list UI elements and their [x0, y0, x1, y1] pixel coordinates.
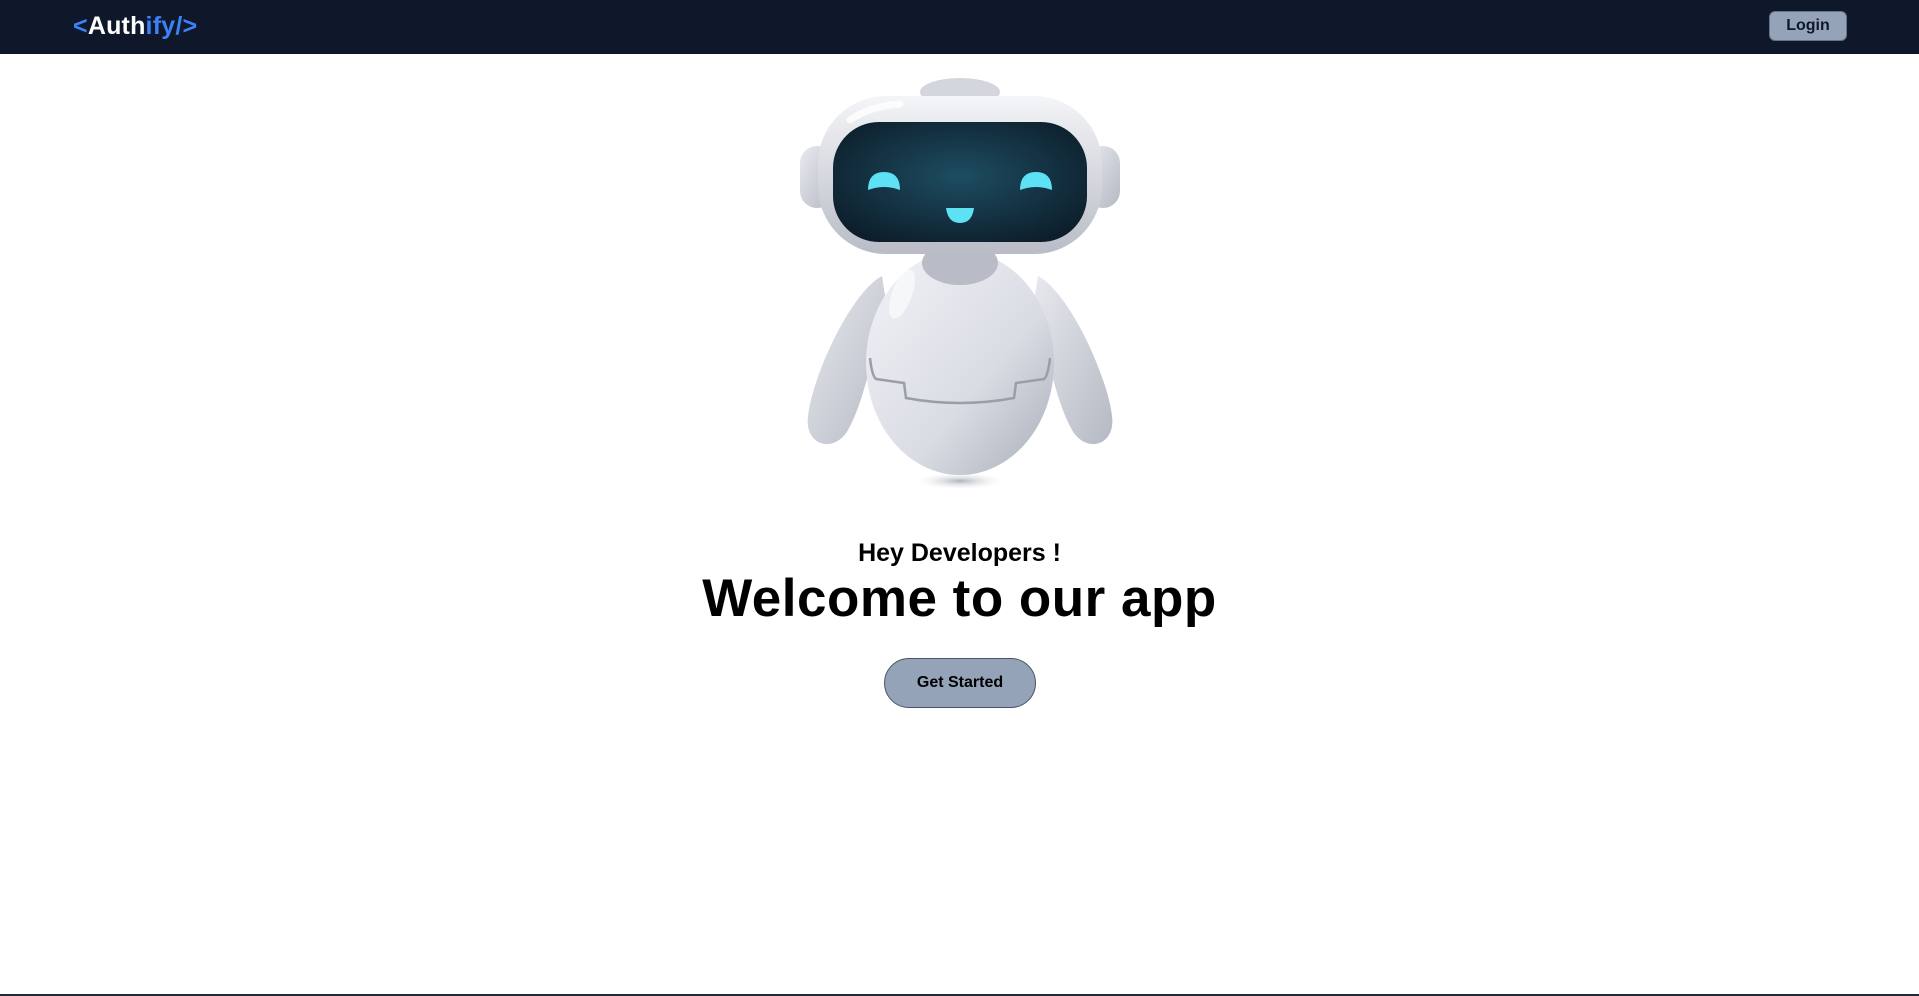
- app-logo[interactable]: <Authify/>: [73, 12, 197, 41]
- login-button[interactable]: Login: [1769, 11, 1847, 41]
- greeting-text: Hey Developers !: [858, 539, 1061, 567]
- top-navbar: <Authify/> Login: [0, 0, 1919, 54]
- logo-name-main: Auth: [87, 12, 146, 40]
- logo-close-bracket: />: [175, 12, 198, 40]
- robot-mascot-illustration: [800, 78, 1120, 490]
- get-started-button[interactable]: Get Started: [884, 658, 1036, 708]
- welcome-headline: Welcome to our app: [702, 569, 1217, 628]
- logo-name-accent: ify: [145, 12, 176, 40]
- logo-open-bracket: <: [73, 12, 88, 40]
